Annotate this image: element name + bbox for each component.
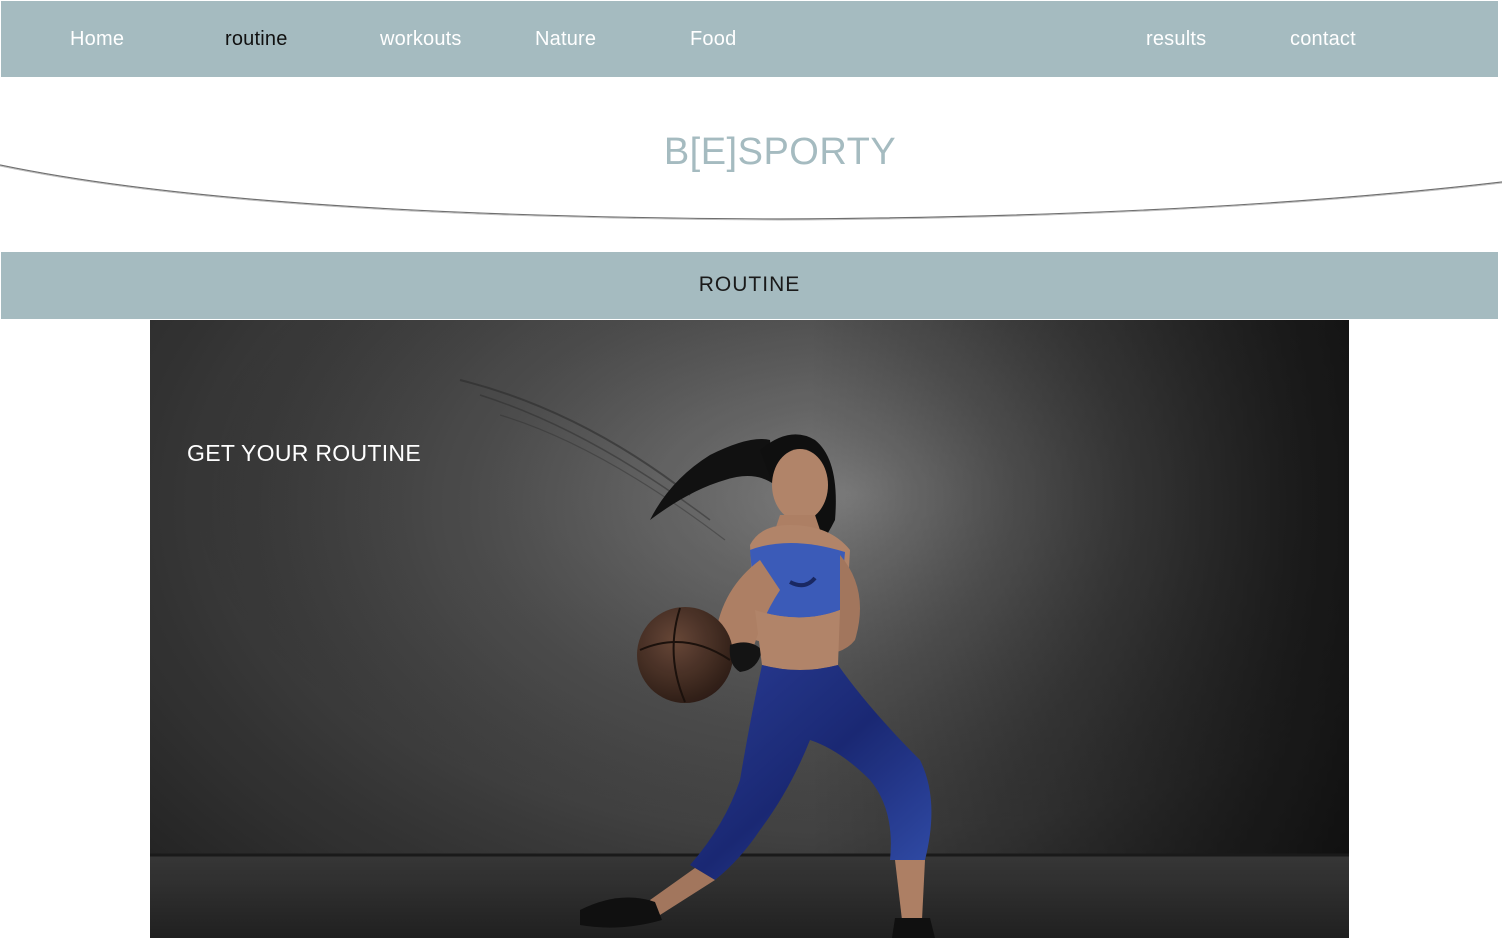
nav-item-workouts[interactable]: workouts: [380, 1, 462, 77]
nav-item-results[interactable]: results: [1146, 1, 1206, 77]
hero-title: GET YOUR ROUTINE: [187, 440, 421, 466]
hero-image: GET YOUR ROUTINE: [150, 320, 1349, 938]
nav-item-contact[interactable]: contact: [1290, 1, 1356, 77]
page: Home routine workouts Nature Food result…: [0, 0, 1502, 938]
nav-item-food[interactable]: Food: [690, 1, 736, 77]
top-navigation-bar: Home routine workouts Nature Food result…: [1, 1, 1498, 77]
section-title-banner: ROUTINE: [1, 252, 1498, 319]
athlete-photo: [150, 320, 1349, 938]
nav-item-routine[interactable]: routine: [225, 1, 288, 77]
site-logo[interactable]: B[E]SPORTY: [0, 131, 1502, 174]
nav-item-nature[interactable]: Nature: [535, 1, 596, 77]
site-header: B[E]SPORTY: [0, 77, 1502, 251]
nav-item-home[interactable]: Home: [70, 1, 124, 77]
